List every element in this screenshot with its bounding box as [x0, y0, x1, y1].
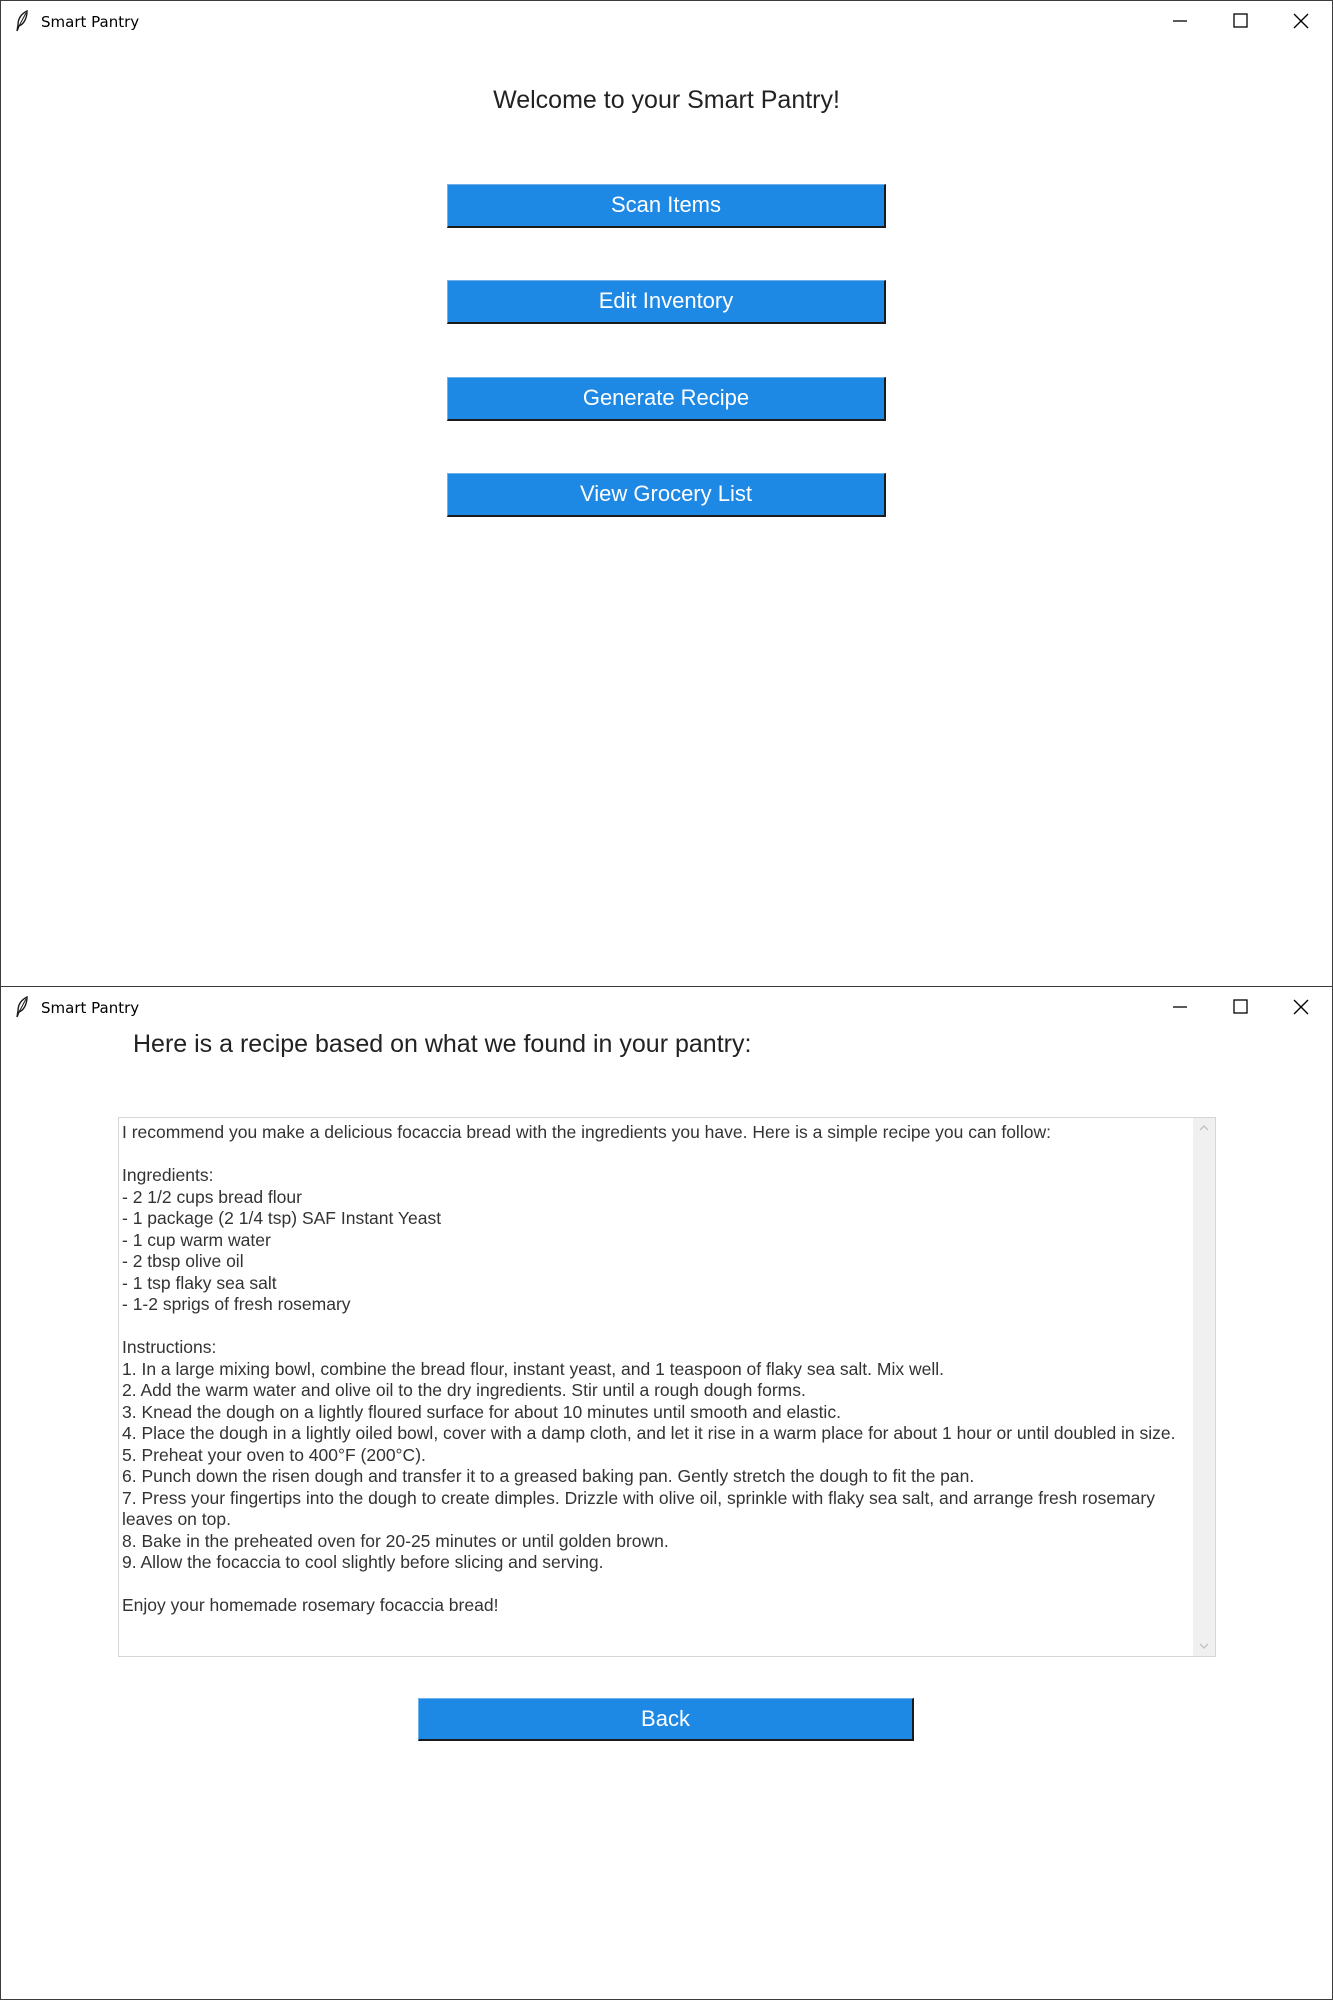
- main-menu-window: Smart Pantry Welcome to your Smart Pantr…: [0, 0, 1333, 987]
- feather-icon: [15, 9, 29, 32]
- chevron-down-icon: [1193, 1643, 1215, 1660]
- vertical-scrollbar[interactable]: [1193, 1118, 1215, 1656]
- recipe-window: Smart Pantry Here is a recipe based on w…: [0, 986, 1333, 2000]
- edit-inventory-button[interactable]: Edit Inventory: [447, 280, 886, 324]
- title-bar[interactable]: Smart Pantry: [1, 987, 1332, 1027]
- welcome-heading: Welcome to your Smart Pantry!: [493, 86, 840, 114]
- maximize-button[interactable]: [1209, 1, 1271, 41]
- recipe-text[interactable]: I recommend you make a delicious focacci…: [122, 1122, 1192, 1650]
- recipe-heading: Here is a recipe based on what we found …: [133, 1030, 752, 1058]
- scan-items-button[interactable]: Scan Items: [447, 184, 886, 228]
- view-grocery-list-button[interactable]: View Grocery List: [447, 473, 886, 517]
- close-button[interactable]: [1269, 987, 1331, 1027]
- feather-icon: [15, 995, 29, 1018]
- back-button[interactable]: Back: [418, 1698, 914, 1741]
- recipe-text-box[interactable]: I recommend you make a delicious focacci…: [118, 1117, 1216, 1657]
- minimize-button[interactable]: [1149, 1, 1211, 41]
- scroll-up-button[interactable]: [1193, 1118, 1215, 1138]
- minimize-button[interactable]: [1149, 987, 1211, 1027]
- maximize-button[interactable]: [1209, 987, 1271, 1027]
- chevron-up-icon: [1193, 1125, 1215, 1142]
- window-title: Smart Pantry: [41, 13, 140, 31]
- window-title: Smart Pantry: [41, 999, 140, 1017]
- title-bar[interactable]: Smart Pantry: [1, 1, 1332, 41]
- generate-recipe-button[interactable]: Generate Recipe: [447, 377, 886, 421]
- scroll-down-button[interactable]: [1193, 1636, 1215, 1656]
- close-button[interactable]: [1269, 1, 1331, 41]
